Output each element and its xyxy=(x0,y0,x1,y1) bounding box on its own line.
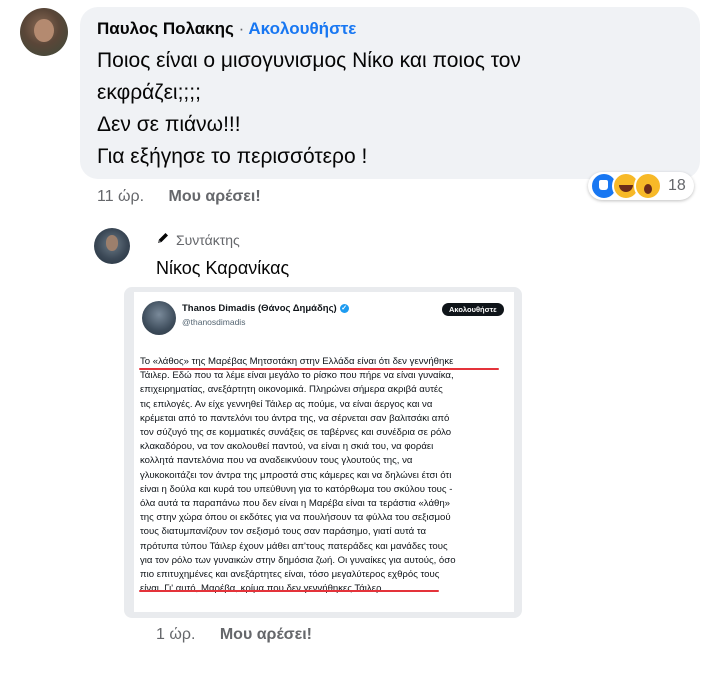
tweet-follow-button: Ακολουθήστε xyxy=(442,303,504,316)
commenter-avatar[interactable] xyxy=(20,8,68,56)
tweet-line: κρέμεται από το παντελόνι του άντρα της,… xyxy=(140,412,450,424)
tweet-line: γλυκοκοιτάζει τον άντρα της μπροστά στις… xyxy=(140,469,452,481)
follow-button[interactable]: Ακολουθήστε xyxy=(248,19,356,38)
tweet-line: πρότυπα τύπου Τάιλερ έχουν μάθει απ'τους… xyxy=(140,540,448,552)
tweet-line: πιο επιτυχημένες και ανεξάρτητες είναι, … xyxy=(140,569,440,581)
reactions-summary[interactable]: 18 xyxy=(588,172,694,200)
comment-header: Παυλος Πολακης · Ακολουθήστε xyxy=(97,19,356,39)
pencil-icon xyxy=(156,231,170,248)
tweet-text: Το «λάθος» της Μαρέβας Μητσοτάκη στην Ελ… xyxy=(140,355,512,596)
comment-meta: 11 ώρ. Μου αρέσει! xyxy=(97,188,261,206)
comment-line: Δεν σε πιάνω!!! xyxy=(97,113,241,136)
tweet-line: είναι η δούλα και κυρά του υπεύθυνη για … xyxy=(140,483,453,495)
reply-timestamp[interactable]: 1 ώρ. xyxy=(156,626,195,643)
attached-tweet-image[interactable]: Thanos Dimadis (Θάνος Δημάδης) ✓ @thanos… xyxy=(124,287,522,618)
reply-like-button[interactable]: Μου αρέσει! xyxy=(220,626,312,643)
comment-bubble: Παυλος Πολακης · Ακολουθήστε Ποιος είναι… xyxy=(80,7,700,179)
tweet-line: κλακαδόρου, να τον ακολουθεί παντού, να … xyxy=(140,441,434,453)
tweet-line: τον σύζυγό της σε κομματικές συνάξεις σε… xyxy=(140,427,452,439)
tweet-line: τους διατυμπανίζουν τον σεξισμό τους σαν… xyxy=(140,526,427,538)
comment-line: Για εξήγησε το περισσότερο ! xyxy=(97,145,368,168)
tweet-author-name: Thanos Dimadis (Θάνος Δημάδης) xyxy=(182,303,337,314)
tweet-line: επιχειρηματίας, ανεξάρτητη οικονομικά. Π… xyxy=(140,384,443,396)
tweet-author: Thanos Dimadis (Θάνος Δημάδης) ✓ xyxy=(182,303,349,314)
reply-author-name[interactable]: Νίκος Καρανίκας xyxy=(156,258,289,279)
author-role-badge: Συντάκτης xyxy=(156,231,240,248)
tweet-line: τις επιλογές. Αν είχε γεννηθεί Τάιλερ ας… xyxy=(140,398,433,410)
verified-icon: ✓ xyxy=(339,304,349,313)
red-underline xyxy=(139,590,439,592)
comment-text: Ποιος είναι ο μισογυνισμος Νίκο και ποιο… xyxy=(97,45,687,173)
wow-icon xyxy=(634,172,662,200)
tweet-line: για τον ρόλο των γυναικών στην δημόσια ζ… xyxy=(140,554,456,566)
tweet-line: κολλητά παντελόνια που να αναδεικνύουν τ… xyxy=(140,455,413,467)
tweet-line: Τάιλερ. Εδώ που τα λέμε είναι μεγάλο το … xyxy=(140,370,454,382)
tweet-avatar xyxy=(142,301,176,335)
comment-timestamp[interactable]: 11 ώρ. xyxy=(97,188,144,205)
role-label: Συντάκτης xyxy=(176,231,240,248)
header-separator: · xyxy=(238,19,245,38)
tweet-line: της στην χώρα όπου οι εκδότες για να που… xyxy=(140,512,451,524)
tweet-handle: @thanosdimadis xyxy=(182,317,246,327)
avatar-face xyxy=(105,235,119,252)
red-underline xyxy=(139,368,499,370)
comment-line: Ποιος είναι ο μισογυνισμος Νίκο και ποιο… xyxy=(97,49,521,72)
tweet-line: όλα αυτά τα παραπάνω που δεν είναι η Μαρ… xyxy=(140,498,450,510)
reaction-count: 18 xyxy=(668,177,686,194)
comment-line: εκφράζει;;;; xyxy=(97,81,201,104)
avatar-face xyxy=(34,18,54,42)
comment-author-name[interactable]: Παυλος Πολακης xyxy=(97,19,234,38)
tweet-card: Thanos Dimadis (Θάνος Δημάδης) ✓ @thanos… xyxy=(134,292,514,612)
reply-avatar[interactable] xyxy=(94,228,130,264)
like-button[interactable]: Μου αρέσει! xyxy=(169,188,261,205)
reply-meta: 1 ώρ. Μου αρέσει! xyxy=(156,626,312,644)
